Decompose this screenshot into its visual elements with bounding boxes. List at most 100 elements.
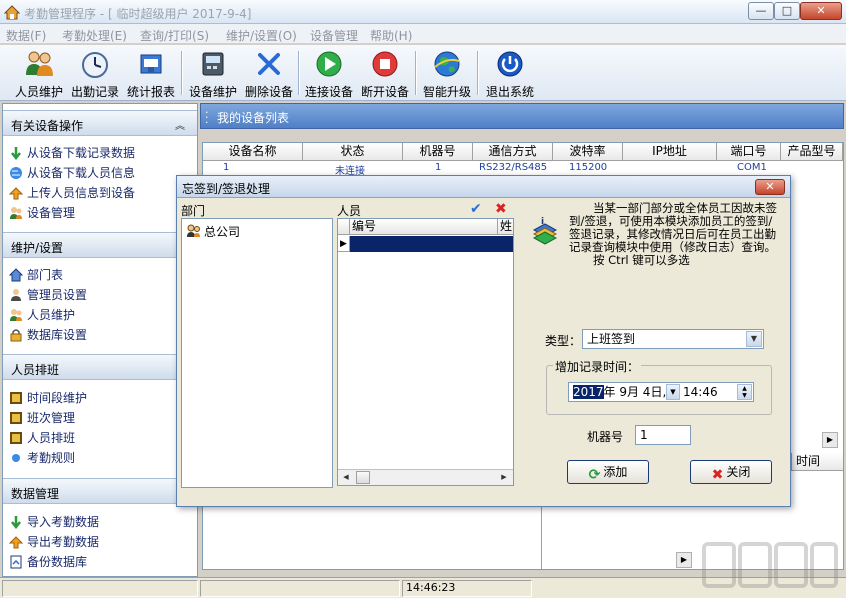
col-model[interactable]: 产品型号 (781, 143, 843, 161)
x-icon[interactable]: ✖ (495, 202, 511, 216)
toolbar-attendance-button[interactable]: 出勤记录 (68, 49, 122, 99)
toolbar-report-button[interactable]: 统计报表 (124, 49, 178, 99)
section-title: 有关设备操作 (11, 119, 84, 133)
col-time[interactable]: 时间 (791, 453, 843, 471)
window-title: 考勤管理程序 - [ 临时超级用户 2017-9-4] (24, 7, 252, 21)
menu-query-print[interactable]: 查询/打印(S) (140, 27, 209, 44)
sidebar-item-download-records[interactable]: 从设备下载记录数据 (9, 144, 135, 162)
sidebar-item-export[interactable]: 导出考勤数据 (9, 533, 99, 551)
col-device-name[interactable]: 设备名称 (203, 143, 303, 161)
col-baud[interactable]: 波特率 (553, 143, 623, 161)
toolbar-upgrade-button[interactable]: 智能升级 (420, 49, 474, 99)
datetime-picker[interactable]: 2017年 9月 4日, ▼ 14:46 ▲ ▼ (568, 382, 754, 402)
dept-tree[interactable]: 总公司 (181, 218, 333, 488)
calendar-icon (10, 432, 22, 444)
section-schedule[interactable]: 人员排班 (3, 354, 197, 380)
time-value[interactable]: 14:46 (683, 383, 718, 401)
sidebar-item-upload-users[interactable]: 上传人员信息到设备 (9, 184, 135, 202)
toolbar-connect-button[interactable]: 连接设备 (302, 49, 356, 99)
sidebar-item-users[interactable]: 人员维护 (9, 306, 75, 324)
scroll-left-icon[interactable]: ◀ (339, 471, 353, 484)
device-list-header: · · · 我的设备列表 (200, 103, 844, 129)
menu-attendance[interactable]: 考勤处理(E) (62, 27, 127, 44)
section-title: 人员排班 (11, 363, 60, 377)
menu-help[interactable]: 帮助(H) (370, 27, 412, 44)
scroll-thumb[interactable] (356, 471, 370, 484)
device-list-title: 我的设备列表 (217, 111, 290, 125)
title-bar: 考勤管理程序 - [ 临时超级用户 2017-9-4] — □ ✕ (0, 0, 846, 24)
sidebar-item-download-users[interactable]: 从设备下载人员信息 (9, 164, 135, 182)
toolbar-device-label: 设备维护 (188, 85, 237, 99)
sidebar-item-timeslot[interactable]: 时间段维护 (9, 389, 87, 407)
sidebar-item-admin[interactable]: 管理员设置 (9, 286, 87, 304)
horizontal-scrollbar[interactable]: ◀ ▶ (338, 469, 513, 485)
col-port[interactable]: 端口号 (717, 143, 781, 161)
spinner-icon[interactable]: ▲ ▼ (737, 384, 752, 400)
maximize-button[interactable]: □ (774, 2, 800, 20)
type-label: 类型： (545, 334, 582, 348)
person-grid[interactable]: 编号 姓 ▶ ◀ ▶ (337, 218, 514, 486)
section-data[interactable]: 数据管理 (3, 478, 197, 504)
type-select[interactable]: 上班签到 ▼ (582, 329, 764, 349)
sidebar-item-rules[interactable]: 考勤规则 (9, 449, 75, 467)
add-button[interactable]: ⟳ 添加 (567, 460, 649, 484)
machine-input[interactable]: 1 (635, 425, 691, 445)
toolbar-users-button[interactable]: 人员维护 (12, 49, 66, 99)
sidebar-item-import[interactable]: 导入考勤数据 (9, 513, 99, 531)
scroll-right-icon[interactable]: ▶ (676, 552, 692, 568)
col-ip[interactable]: IP地址 (623, 143, 717, 161)
dialog-close-btn[interactable]: ✖ 关闭 (690, 460, 772, 484)
toolbar-exit-label: 退出系统 (485, 85, 534, 99)
scroll-right-icon[interactable]: ▶ (497, 471, 511, 484)
toolbar-upgrade-label: 智能升级 (422, 85, 471, 99)
dept-item[interactable]: 总公司 (186, 223, 240, 240)
machine-label: 机器号 (587, 430, 624, 444)
section-device-ops[interactable]: 有关设备操作 ︽ (3, 110, 197, 136)
check-icon[interactable]: ✔ (470, 202, 486, 216)
menu-maintenance[interactable]: 维护/设置(O) (226, 27, 297, 44)
report-icon (140, 54, 162, 74)
date-year[interactable]: 2017 (573, 385, 604, 399)
row-device-name[interactable]: 1 (223, 162, 229, 176)
forgot-checkin-dialog: 忘签到/签退处理 ✕ 部门 总公司 人员 ✔ ✖ 编号 姓 ▶ ◀ ▶ i 当某… (176, 175, 791, 507)
menu-device[interactable]: 设备管理 (310, 27, 358, 44)
status-cell (200, 580, 400, 597)
toolbar-separator (298, 51, 300, 95)
toolbar-connect-label: 连接设备 (304, 85, 353, 99)
col-person-name[interactable]: 姓 (498, 219, 513, 235)
col-comm[interactable]: 通信方式 (473, 143, 553, 161)
col-person-id[interactable]: 编号 (350, 219, 498, 235)
sidebar-item-database[interactable]: 数据库设置 (9, 326, 87, 344)
sidebar-item-backup[interactable]: 备份数据库 (9, 553, 87, 571)
grid-header: 设备名称 状态 机器号 通信方式 波特率 IP地址 端口号 产品型号 (203, 143, 843, 161)
col-status[interactable]: 状态 (303, 143, 403, 161)
chevron-down-icon[interactable]: ▼ (746, 331, 762, 347)
dialog-title: 忘签到/签退处理 (182, 182, 271, 196)
sidebar-item-staff-schedule[interactable]: 人员排班 (9, 429, 75, 447)
toolbar-exit-button[interactable]: 退出系统 (482, 49, 538, 99)
time-group-label: 增加记录时间： (553, 358, 642, 375)
calendar-icon (10, 412, 22, 424)
arrow-down-icon (11, 147, 21, 160)
left-panel: 有关设备操作 ︽ 从设备下载记录数据 从设备下载人员信息 上传人员信息到设备 设… (2, 103, 198, 577)
date-rest[interactable]: 年 9月 4日, (604, 385, 667, 399)
toolbar-device-button[interactable]: 设备维护 (186, 49, 240, 99)
status-cell (2, 580, 198, 597)
collapse-icon[interactable]: ︽ (175, 117, 185, 132)
sidebar-item-device-manage[interactable]: 设备管理 (9, 204, 75, 222)
info-book-icon: i (532, 217, 558, 245)
menu-data[interactable]: 数据(F) (6, 27, 46, 44)
sidebar-item-shift[interactable]: 班次管理 (9, 409, 75, 427)
toolbar-disconnect-button[interactable]: 断开设备 (358, 49, 412, 99)
toolbar-separator (415, 51, 417, 95)
chevron-down-icon[interactable]: ▼ (666, 384, 680, 400)
toolbar-delete-button[interactable]: 删除设备 (242, 49, 296, 99)
person-row-selected[interactable] (350, 236, 513, 252)
section-maintenance[interactable]: 维护/设置 (3, 232, 197, 258)
close-button[interactable]: ✕ (800, 2, 842, 20)
dialog-close-button[interactable]: ✕ (755, 179, 785, 195)
sidebar-item-dept[interactable]: 部门表 (9, 266, 63, 284)
minimize-button[interactable]: — (748, 2, 774, 20)
col-machine-no[interactable]: 机器号 (403, 143, 473, 161)
scroll-right-icon[interactable]: ▶ (822, 432, 838, 448)
